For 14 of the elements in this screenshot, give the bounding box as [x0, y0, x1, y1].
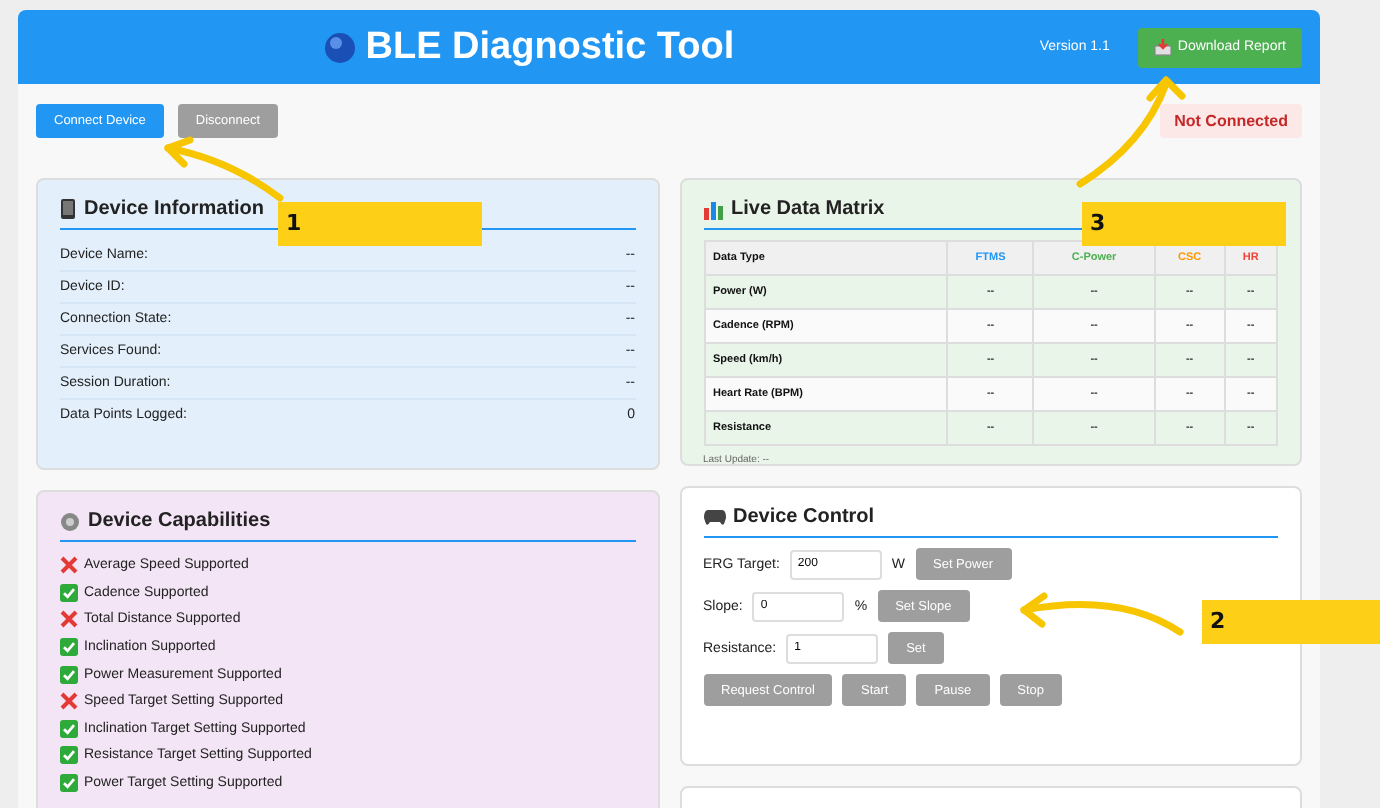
- card-title: Device Control: [733, 506, 875, 528]
- annotation-label: 3: [1082, 202, 1286, 246]
- phone-icon: [60, 198, 76, 220]
- card-title: Device Capabilities: [88, 510, 271, 532]
- globe-icon: [323, 31, 356, 63]
- annotation-label: 2: [1202, 600, 1380, 644]
- bar-chart-icon: [703, 199, 723, 219]
- tray-icon: [1153, 38, 1172, 56]
- card-title: Live Data Matrix: [731, 198, 885, 220]
- connection-status-badge: Not Connected: [1160, 104, 1302, 138]
- app-title: BLE Diagnostic Tool: [365, 25, 735, 69]
- annotation-arrow: [164, 136, 284, 202]
- card-title: Device Information: [84, 198, 265, 220]
- annotation-label: 1: [278, 202, 482, 246]
